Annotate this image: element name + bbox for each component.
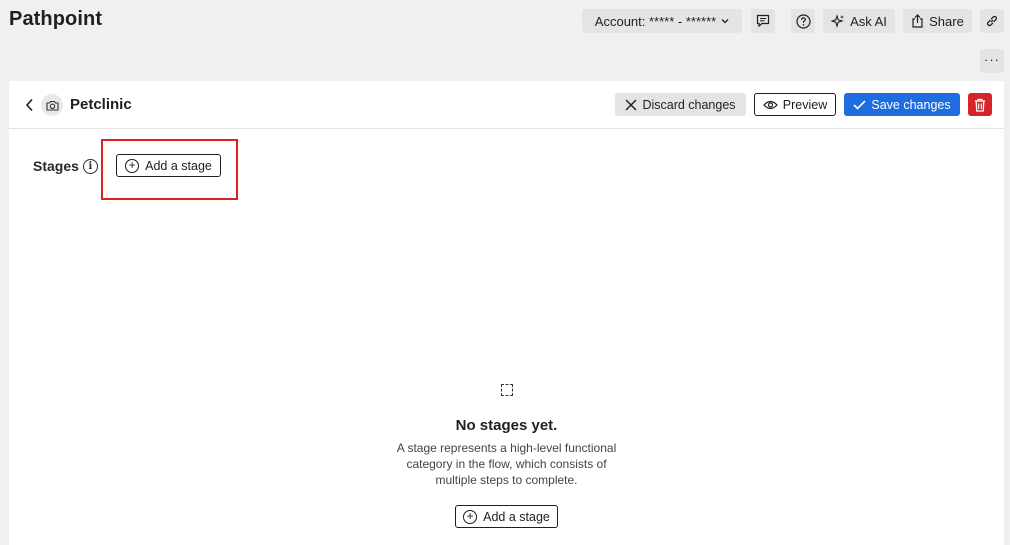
empty-state: No stages yet. A stage represents a high… — [349, 384, 664, 488]
preview-label: Preview — [782, 97, 828, 112]
link-icon — [986, 15, 998, 27]
description-line: category in the flow, which consists of — [406, 457, 607, 471]
checkmark-icon — [853, 99, 866, 110]
empty-state-title: No stages yet. — [455, 417, 558, 434]
more-icon: ··· — [984, 51, 1000, 67]
empty-state-add-stage-button[interactable]: + Add a stage — [455, 505, 558, 528]
copy-link-button[interactable] — [980, 9, 1004, 33]
preview-button[interactable]: Preview — [754, 93, 836, 116]
flow-avatar — [41, 94, 63, 116]
chevron-left-icon — [25, 98, 33, 112]
empty-state-description: A stage represents a high-level function… — [349, 440, 664, 488]
account-label: Account: ***** - ****** — [594, 13, 717, 29]
save-changes-button[interactable]: Save changes — [844, 93, 960, 116]
add-stage-button[interactable]: + Add a stage — [116, 154, 221, 177]
more-options-button[interactable]: ··· — [980, 49, 1004, 73]
close-icon — [625, 99, 637, 110]
back-button[interactable] — [21, 95, 37, 115]
chevron-down-icon — [721, 16, 729, 26]
share-button[interactable]: Share — [903, 9, 972, 33]
help-button[interactable] — [791, 9, 815, 33]
plus-circle-icon: + — [463, 509, 478, 524]
delete-button[interactable] — [968, 93, 992, 116]
editor-header: Petclinic Discard changes Preview Save c… — [9, 81, 1004, 129]
description-line: A stage represents a high-level function… — [396, 441, 617, 455]
plus-circle-icon: + — [125, 158, 140, 173]
sparkle-icon — [831, 14, 845, 28]
flow-editor-panel: Petclinic Discard changes Preview Save c… — [9, 81, 1004, 545]
add-stage-label: Add a stage — [145, 158, 212, 173]
dashed-square-icon — [500, 384, 513, 396]
discard-changes-button[interactable]: Discard changes — [615, 93, 746, 116]
camera-icon — [45, 100, 59, 111]
app-title: Pathpoint — [9, 8, 103, 30]
description-line: multiple steps to complete. — [435, 473, 578, 487]
eye-icon — [762, 100, 778, 109]
account-selector[interactable]: Account: ***** - ****** — [582, 9, 742, 33]
top-bar: Pathpoint Account: ***** - ****** Ask AI… — [0, 0, 1010, 40]
share-icon — [912, 14, 923, 28]
trash-icon — [975, 98, 985, 112]
ask-ai-label: Ask AI — [850, 13, 887, 29]
stages-label: Stages — [33, 158, 79, 174]
info-icon[interactable]: i — [82, 158, 98, 174]
discard-label: Discard changes — [642, 97, 736, 112]
flow-title: Petclinic — [70, 96, 132, 113]
save-label: Save changes — [871, 97, 951, 112]
help-icon — [795, 13, 811, 29]
stages-heading: Stages i — [33, 158, 98, 174]
feedback-button[interactable] — [751, 9, 775, 33]
add-stage-label: Add a stage — [483, 509, 550, 524]
chat-icon — [756, 14, 770, 28]
ask-ai-button[interactable]: Ask AI — [823, 9, 895, 33]
share-label: Share — [929, 13, 964, 29]
